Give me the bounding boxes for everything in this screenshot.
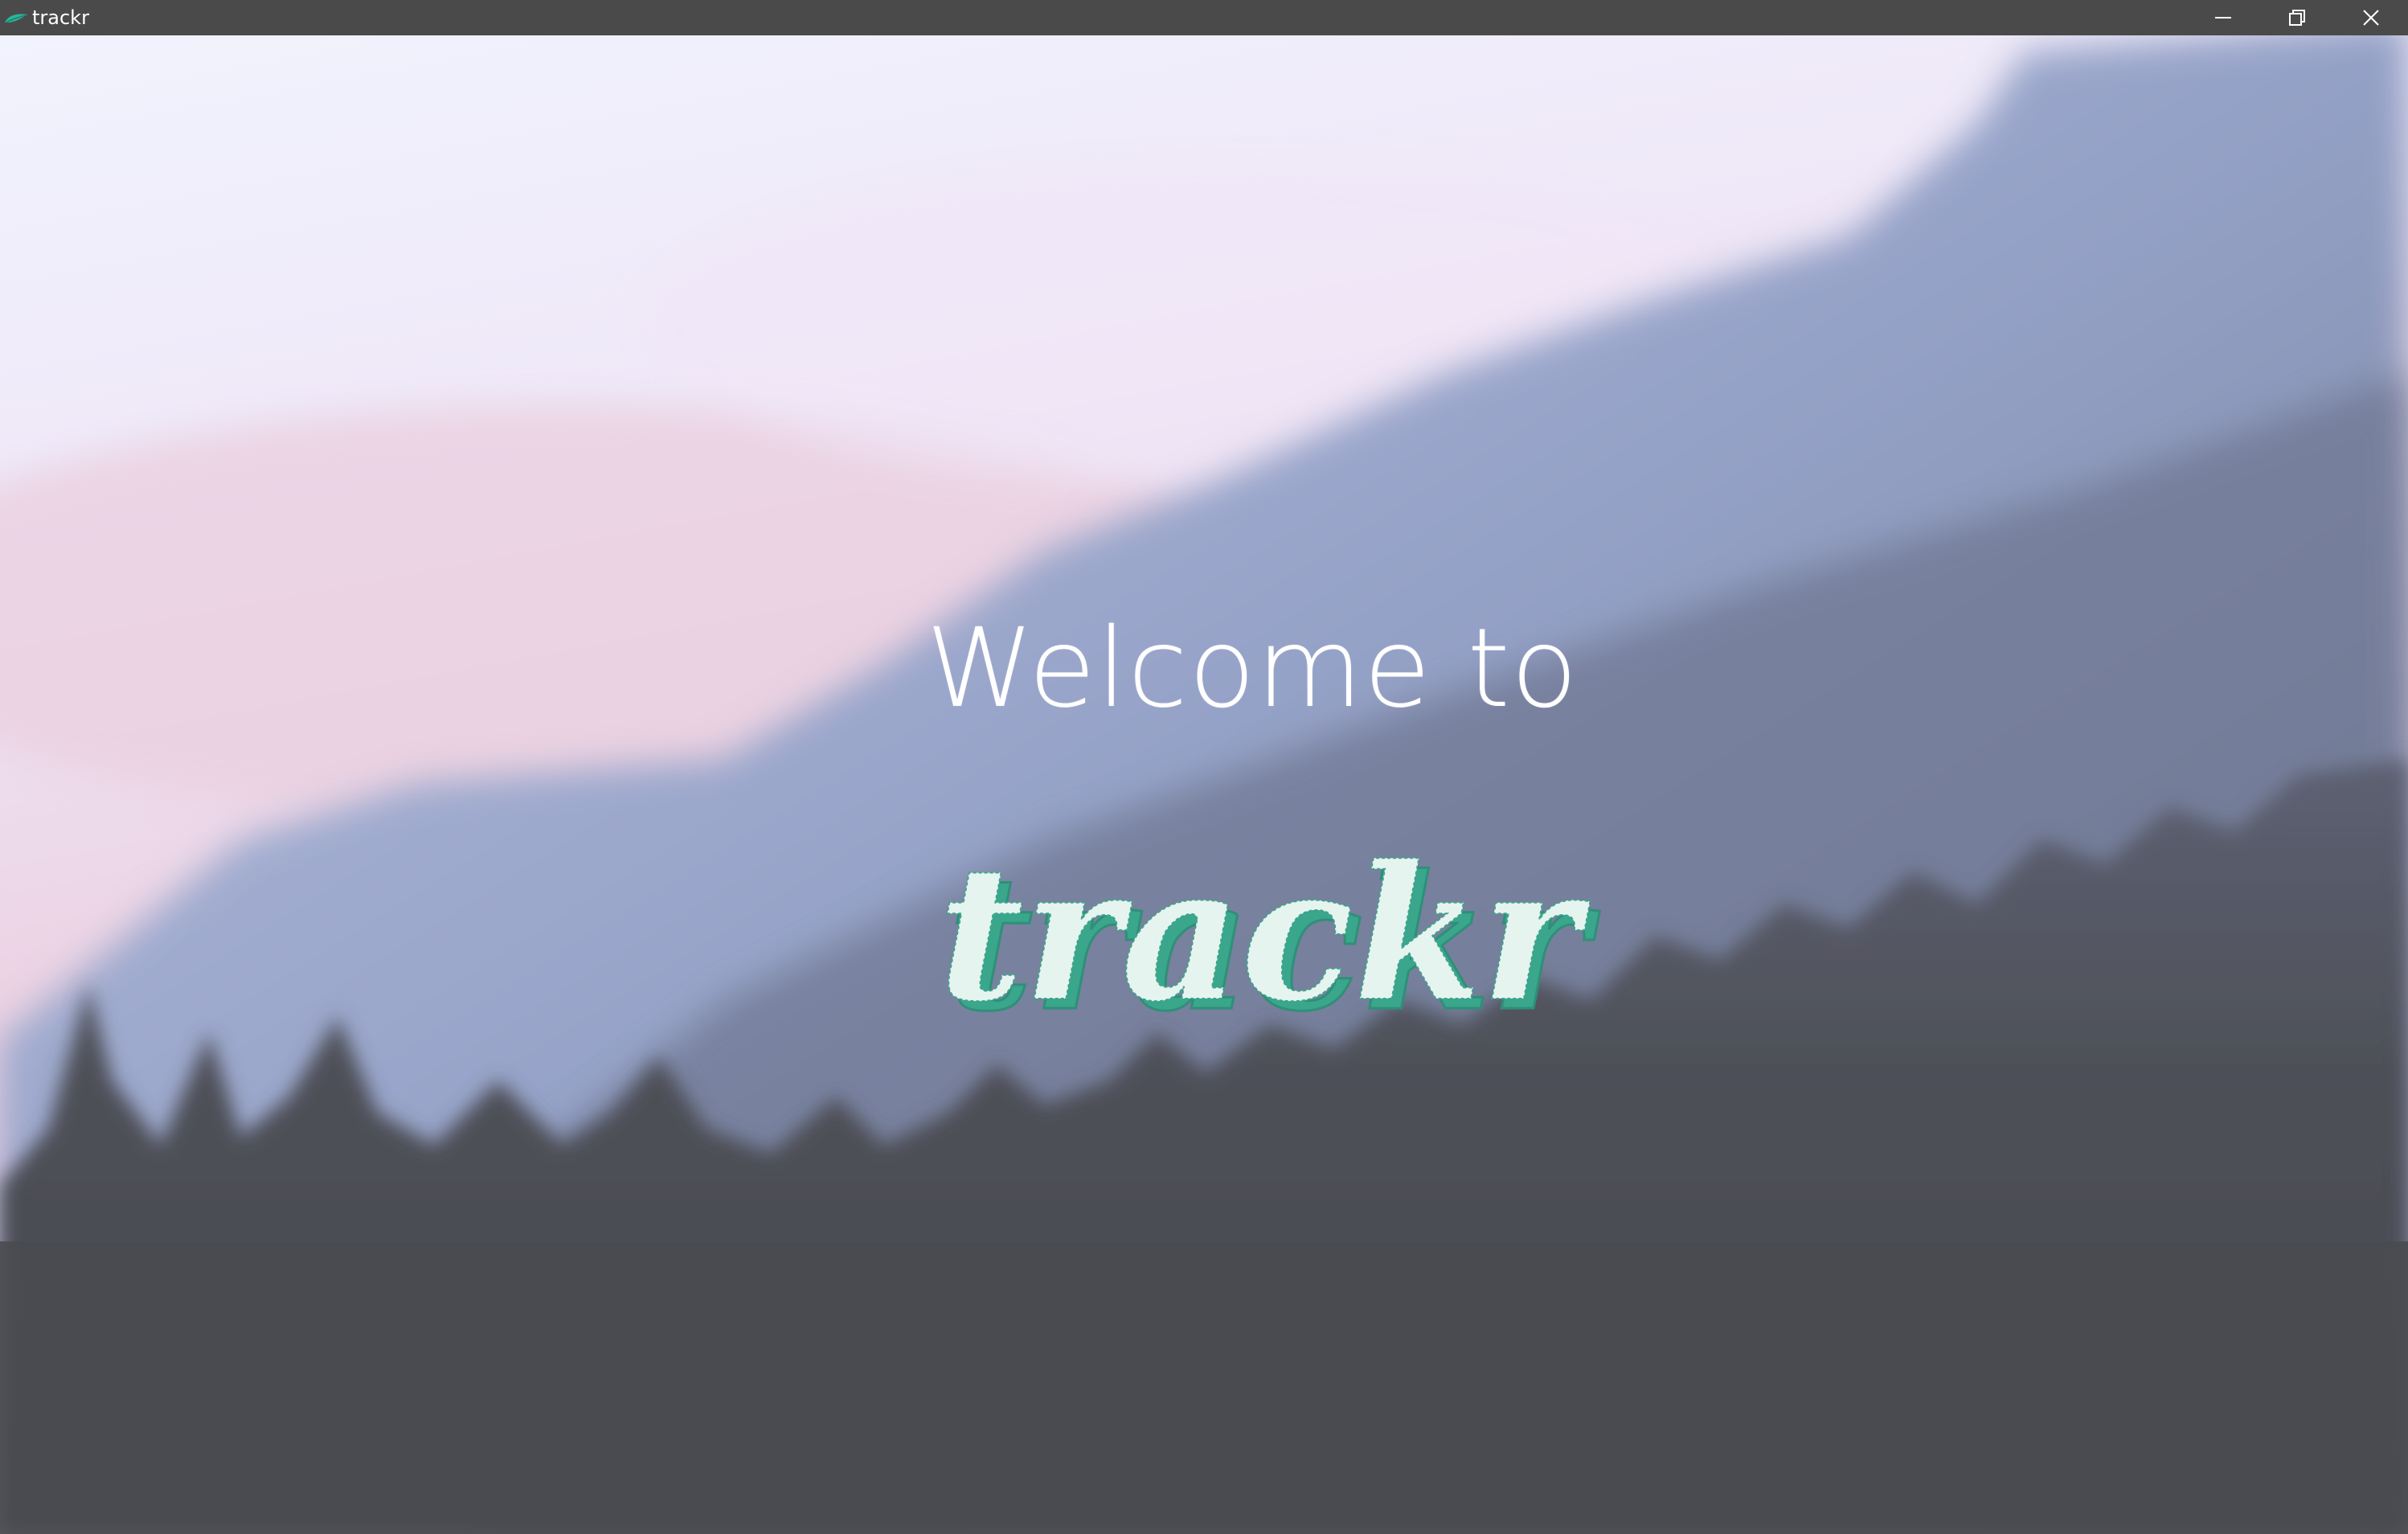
background-landscape [0,35,2408,1534]
title-bar[interactable]: trackr [0,0,2408,35]
trackr-logo: trackr trackr [937,839,1601,1054]
welcome-heading: Welcome to [926,605,1579,732]
welcome-screen: Welcome to trackr trackr [0,35,2408,1534]
logo-text: trackr [938,839,1591,1043]
close-button[interactable] [2334,0,2408,35]
trackr-leaf-icon [5,14,27,23]
close-icon [2363,10,2379,26]
window-title: trackr [32,6,89,29]
restore-button[interactable] [2260,0,2334,35]
app-window: trackr Welcome to trackr trackr [0,0,2408,1534]
minimize-button[interactable] [2186,0,2260,35]
minimize-icon [2215,17,2231,18]
restore-icon [2289,10,2305,26]
